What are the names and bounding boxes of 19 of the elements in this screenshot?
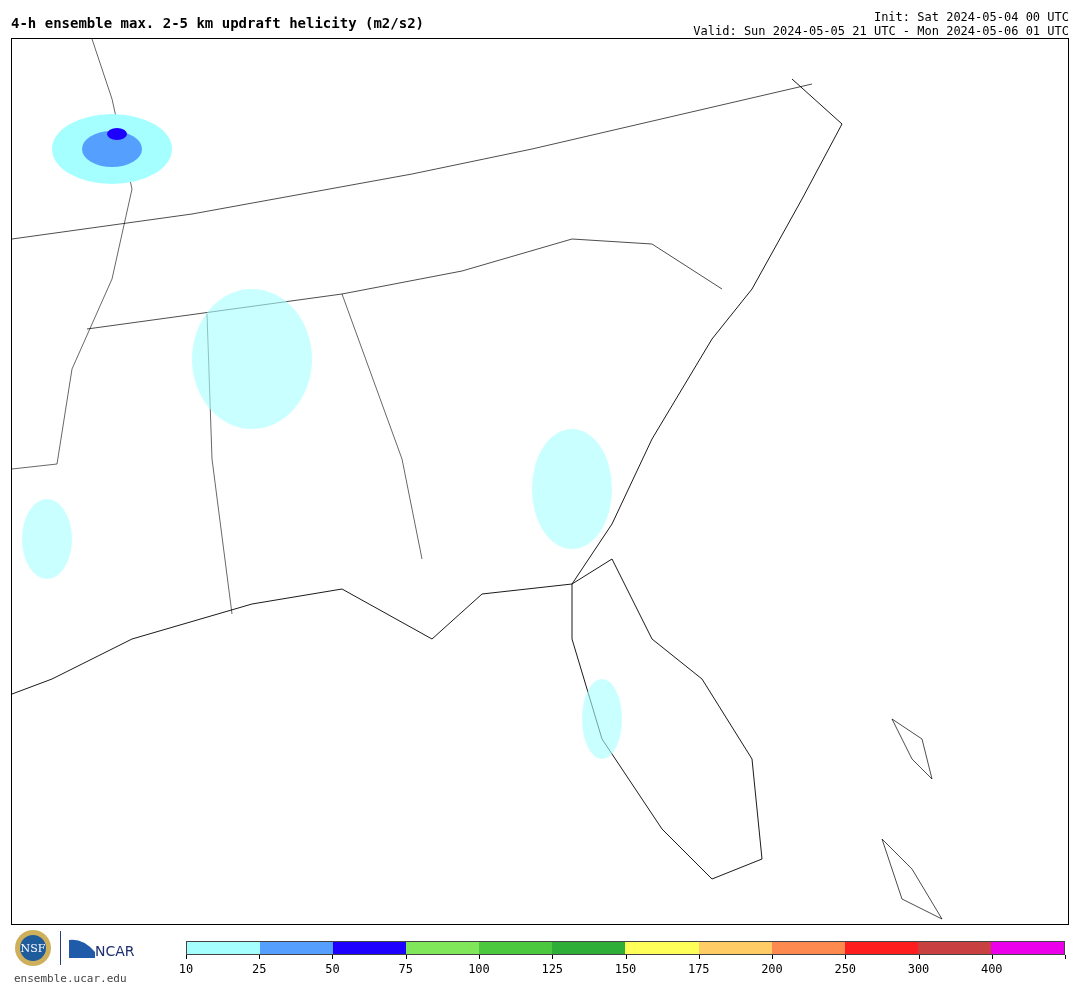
colorbar-tick-label: 300: [907, 961, 930, 978]
colorbar-tick-label: 100: [468, 961, 490, 978]
colorbar-tick-label: 250: [834, 961, 857, 978]
colorbar-tick-label: 400: [980, 961, 1003, 978]
chart-title: 4-h ensemble max. 2-5 km updraft helicity (m2/s2): [11, 14, 424, 33]
colorbar-tick-label: 50: [325, 961, 340, 978]
website-url: ensemble.ucar.edu: [14, 971, 128, 987]
colorbar-tick-label: 75: [398, 961, 413, 978]
colorbar-tick-label: 200: [761, 961, 783, 978]
colorbar-tick-label: 125: [541, 961, 564, 978]
init-time: Init: Sat 2024-05-04 00 UTC: [872, 10, 1069, 24]
colorbar-tick-label: 25: [252, 961, 267, 978]
colorbar-tick-label: 150: [614, 961, 637, 978]
ncar-logo-text: NCAR: [95, 944, 135, 958]
ncar-swoosh-icon: [69, 938, 95, 958]
nsf-logo: NSF: [14, 929, 52, 967]
valid-time-range: Valid: Sun 2024-05-05 21 UTC - Mon 2024-05-06 01 UTC: [693, 24, 1069, 38]
colorbar-tick-label: 10: [178, 961, 194, 978]
colorbar-tick-label: 175: [687, 961, 710, 978]
